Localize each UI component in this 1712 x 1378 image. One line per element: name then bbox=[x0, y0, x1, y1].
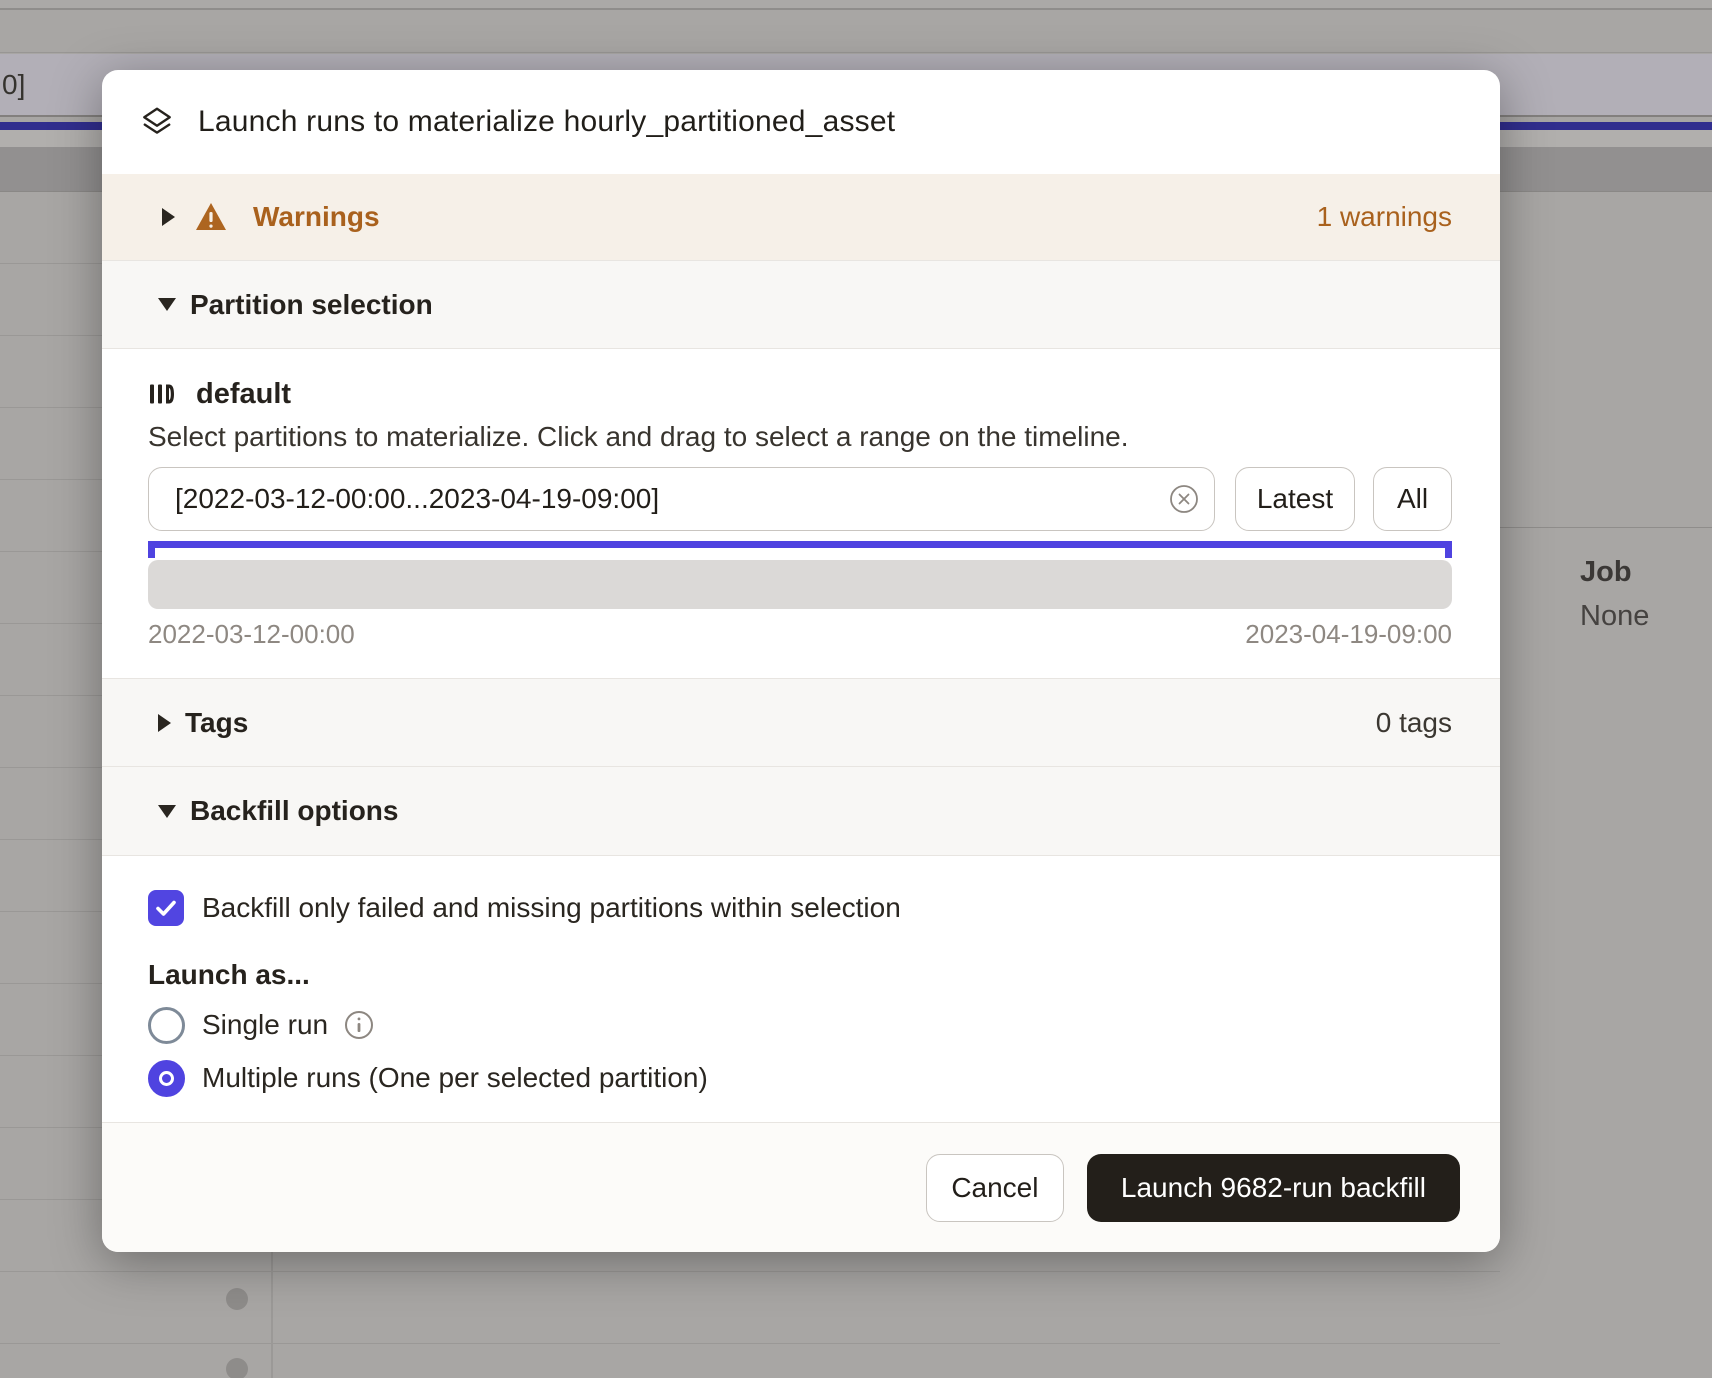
partition-range-input-wrap bbox=[148, 467, 1215, 531]
tags-label: Tags bbox=[185, 707, 248, 739]
info-icon[interactable] bbox=[344, 1010, 374, 1040]
dialog-title: Launch runs to materialize hourly_partit… bbox=[198, 105, 895, 139]
partition-timeline[interactable] bbox=[148, 560, 1452, 609]
materialize-layers-icon bbox=[140, 105, 174, 139]
dimension-name: default bbox=[196, 378, 291, 411]
partition-set-icon bbox=[148, 380, 176, 408]
caret-right-icon bbox=[158, 714, 171, 732]
background-right-panel-divider bbox=[1500, 527, 1712, 528]
clear-selection-icon[interactable] bbox=[1169, 484, 1199, 514]
partition-selection-section-toggle[interactable]: Partition selection bbox=[102, 260, 1500, 349]
dialog-header: Launch runs to materialize hourly_partit… bbox=[102, 70, 1500, 174]
background-column-divider bbox=[271, 1252, 273, 1378]
latest-button[interactable]: Latest bbox=[1235, 467, 1355, 531]
tags-section-toggle[interactable]: Tags 0 tags bbox=[102, 678, 1500, 767]
background-toolbar bbox=[0, 12, 1712, 53]
cancel-button[interactable]: Cancel bbox=[926, 1154, 1064, 1222]
single-run-label: Single run bbox=[202, 1009, 328, 1041]
partition-input-row: Latest All bbox=[148, 467, 1452, 531]
background-top-strip bbox=[0, 0, 1712, 10]
background-status-dot bbox=[226, 1288, 248, 1310]
background-partial-input-text: 0] bbox=[2, 69, 25, 101]
multiple-runs-label: Multiple runs (One per selected partitio… bbox=[202, 1062, 708, 1094]
partition-range-input[interactable] bbox=[148, 467, 1215, 531]
backfill-only-failed-checkbox[interactable] bbox=[148, 890, 184, 926]
selection-range-bracket bbox=[148, 541, 1452, 558]
dialog-footer: Cancel Launch 9682-run backfill bbox=[102, 1122, 1500, 1252]
backfill-options-section-toggle[interactable]: Backfill options bbox=[102, 767, 1500, 856]
backfill-options-label: Backfill options bbox=[190, 795, 398, 827]
warnings-section-toggle[interactable]: Warnings 1 warnings bbox=[102, 174, 1500, 261]
launch-backfill-button[interactable]: Launch 9682-run backfill bbox=[1087, 1154, 1460, 1222]
backfill-options-content: Backfill only failed and missing partiti… bbox=[102, 856, 1500, 1122]
single-run-option[interactable]: Single run bbox=[148, 1007, 1452, 1044]
warning-triangle-icon bbox=[195, 202, 227, 232]
backfill-only-failed-label: Backfill only failed and missing partiti… bbox=[202, 892, 901, 924]
partition-selection-description: Select partitions to materialize. Click … bbox=[148, 421, 1452, 453]
background-job-value: None bbox=[1580, 600, 1649, 633]
warnings-label: Warnings bbox=[253, 201, 380, 233]
single-run-radio[interactable] bbox=[148, 1007, 185, 1044]
launch-as-label: Launch as... bbox=[148, 959, 1452, 991]
multiple-runs-radio[interactable] bbox=[148, 1060, 185, 1097]
range-start-date: 2022-03-12-00:00 bbox=[148, 619, 355, 650]
background-job-label: Job bbox=[1580, 556, 1632, 589]
tags-count: 0 tags bbox=[1376, 707, 1452, 739]
timeline-date-range: 2022-03-12-00:00 2023-04-19-09:00 bbox=[148, 619, 1452, 650]
range-end-date: 2023-04-19-09:00 bbox=[1245, 619, 1452, 650]
partition-selection-content: default Select partitions to materialize… bbox=[102, 349, 1500, 678]
multiple-runs-option[interactable]: Multiple runs (One per selected partitio… bbox=[148, 1060, 1452, 1097]
background-right-panel bbox=[1500, 192, 1712, 1378]
all-button[interactable]: All bbox=[1373, 467, 1452, 531]
backfill-only-failed-row[interactable]: Backfill only failed and missing partiti… bbox=[148, 890, 1452, 926]
dimension-row: default bbox=[148, 379, 1452, 409]
background-status-dot bbox=[226, 1358, 248, 1378]
caret-down-icon bbox=[158, 298, 176, 311]
caret-right-icon bbox=[162, 208, 175, 226]
warnings-count: 1 warnings bbox=[1317, 201, 1452, 233]
launch-backfill-dialog: Launch runs to materialize hourly_partit… bbox=[102, 70, 1500, 1252]
caret-down-icon bbox=[158, 805, 176, 818]
partition-selection-label: Partition selection bbox=[190, 289, 433, 321]
